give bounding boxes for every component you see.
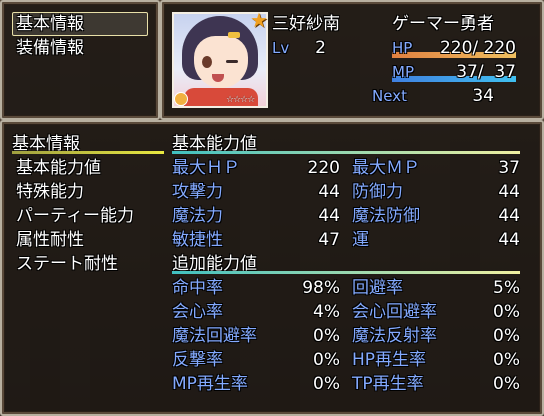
- actor-class: ゲーマー勇者: [392, 14, 494, 34]
- stat-value: 98%: [302, 278, 340, 298]
- stat-value: 44: [498, 230, 520, 250]
- stat-label: 防御力: [352, 182, 403, 202]
- stat-label: 運: [352, 230, 369, 250]
- stat-label: 最大ＭＰ: [352, 158, 420, 178]
- stat-value: 0%: [493, 350, 520, 370]
- next-label: Next: [372, 87, 407, 105]
- stat-label: 魔法回避率: [172, 326, 257, 346]
- stat-label: 会心率: [172, 302, 223, 322]
- stat-label: 命中率: [172, 278, 223, 298]
- stat-value: 44: [498, 182, 520, 202]
- mp-value: 37/ 37: [456, 62, 516, 82]
- stat-label: 会心回避率: [352, 302, 437, 322]
- stat-label: 魔法反射率: [352, 326, 437, 346]
- tab-state-resist[interactable]: ステート耐性: [16, 253, 118, 275]
- next-value: 34: [472, 86, 494, 106]
- stat-label: 最大ＨＰ: [172, 158, 240, 178]
- stat-label: 魔法防御: [352, 206, 420, 226]
- stat-label: TP再生率: [352, 374, 424, 394]
- stat-label: 回避率: [352, 278, 403, 298]
- stat-value: 44: [318, 182, 340, 202]
- stat-value: 37: [498, 158, 520, 178]
- command-item-basic-info[interactable]: 基本情報: [16, 13, 84, 35]
- stat-value: 4%: [313, 302, 340, 322]
- stat-value: 47: [318, 230, 340, 250]
- mp-label: MP: [392, 63, 414, 81]
- stat-value: 5%: [493, 278, 520, 298]
- tab-special[interactable]: 特殊能力: [16, 181, 84, 203]
- stat-value: 0%: [313, 350, 340, 370]
- tab-element-resist[interactable]: 属性耐性: [16, 229, 84, 251]
- level-value: 2: [315, 38, 326, 58]
- stat-value: 0%: [493, 326, 520, 346]
- tab-party[interactable]: パーティー能力: [16, 205, 134, 227]
- tab-basic-params[interactable]: 基本能力値: [16, 157, 101, 179]
- stat-label: 反撃率: [172, 350, 223, 370]
- stat-label: 敏捷性: [172, 230, 223, 250]
- actor-name: 三好紗南: [272, 14, 340, 34]
- stat-label: HP再生率: [352, 350, 427, 370]
- command-item-equip-info[interactable]: 装備情報: [16, 37, 84, 59]
- stat-value: 220: [307, 158, 340, 178]
- stat-value: 0%: [493, 302, 520, 322]
- stat-value: 0%: [493, 374, 520, 394]
- stat-label: 攻撃力: [172, 182, 223, 202]
- stat-label: 魔法力: [172, 206, 223, 226]
- hp-value: 220/ 220: [439, 38, 516, 58]
- stat-label: MP再生率: [172, 374, 248, 394]
- section-basic-underline: [172, 151, 520, 154]
- stat-value: 44: [318, 206, 340, 226]
- stat-value: 44: [498, 206, 520, 226]
- hp-label: HP: [392, 39, 413, 57]
- rank-stars: ☆☆☆☆: [226, 95, 255, 105]
- stat-value: 0%: [313, 374, 340, 394]
- section-extra-underline: [172, 271, 520, 274]
- stat-value: 0%: [313, 326, 340, 346]
- rank-badge-icon: [174, 92, 188, 106]
- star-icon: ★: [250, 8, 268, 32]
- tab-underline: [12, 151, 164, 154]
